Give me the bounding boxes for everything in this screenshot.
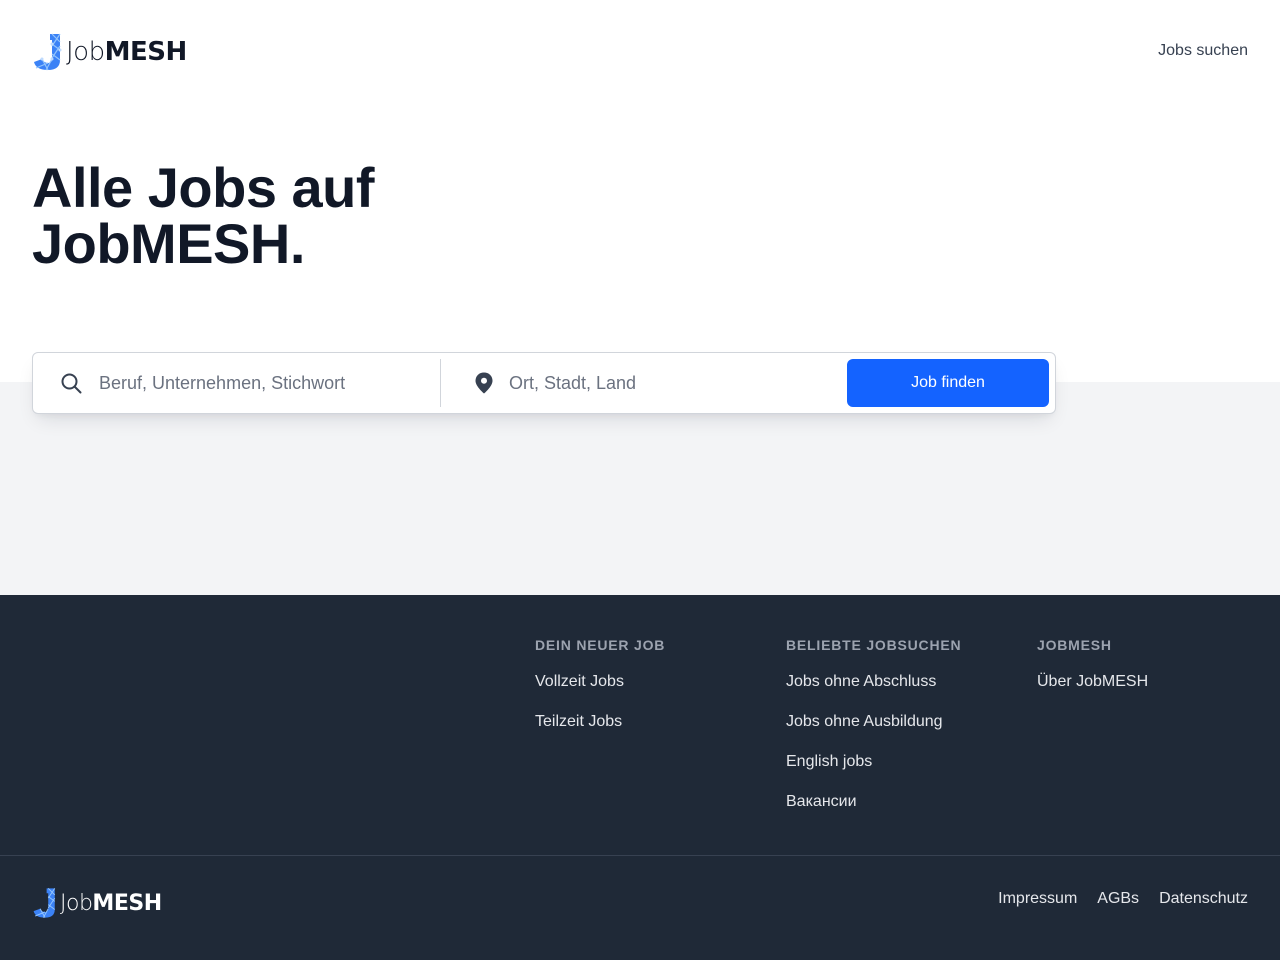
site-header: JobMESH Jobs suchen <box>0 0 1280 104</box>
footer-link-english-jobs[interactable]: English jobs <box>786 753 872 770</box>
datenschutz-link[interactable]: Datenschutz <box>1159 890 1248 908</box>
footer-link-ohne-ausbildung[interactable]: Jobs ohne Ausbildung <box>786 713 943 730</box>
search-icon <box>61 373 82 394</box>
jobmesh-logo-icon <box>34 33 62 71</box>
list-item: Вакансии <box>786 793 961 811</box>
list-item: Über JobMESH <box>1037 673 1148 691</box>
legal-links: Impressum AGBs Datenschutz <box>998 890 1248 908</box>
footer-link-list: Vollzeit Jobs Teilzeit Jobs <box>535 673 665 731</box>
impressum-link[interactable]: Impressum <box>998 890 1077 908</box>
agbs-link[interactable]: AGBs <box>1097 890 1139 908</box>
footer-link-ohne-abschluss[interactable]: Jobs ohne Abschluss <box>786 673 936 690</box>
where-field <box>440 359 847 407</box>
list-item: Teilzeit Jobs <box>535 713 665 731</box>
footer-divider <box>0 855 1280 856</box>
job-search-form: Job finden <box>32 352 1056 414</box>
footer-link-list: Über JobMESH <box>1037 673 1148 691</box>
footer-heading: BELIEBTE JOBSUCHEN <box>786 637 962 653</box>
where-input[interactable] <box>509 372 829 394</box>
footer-brand-logo[interactable]: JobMESH <box>32 886 162 920</box>
brand-wordmark: JobMESH <box>66 37 187 67</box>
list-item: Vollzeit Jobs <box>535 673 665 691</box>
site-footer: DEIN NEUER JOB Vollzeit Jobs Teilzeit Jo… <box>0 595 1280 960</box>
job-finden-button[interactable]: Job finden <box>847 359 1049 407</box>
hero-title: Alle Jobs auf JobMESH. <box>32 160 552 272</box>
footer-link-vollzeit[interactable]: Vollzeit Jobs <box>535 673 624 690</box>
nav-jobs-suchen-link[interactable]: Jobs suchen <box>1158 42 1248 60</box>
footer-column-beliebte-jobsuchen: BELIEBTE JOBSUCHEN Jobs ohne Abschluss J… <box>786 637 961 833</box>
hero-title-line2: JobMESH. <box>32 212 305 275</box>
footer-heading: JOBMESH <box>1037 637 1112 653</box>
footer-link-list: Jobs ohne Abschluss Jobs ohne Ausbildung… <box>786 673 961 811</box>
footer-brand-wordmark: JobMESH <box>60 890 162 916</box>
footer-column-jobmesh: JOBMESH Über JobMESH <box>1037 637 1148 713</box>
list-item: Jobs ohne Ausbildung <box>786 713 961 731</box>
footer-link-ueber-jobmesh[interactable]: Über JobMESH <box>1037 673 1148 690</box>
list-item: Jobs ohne Abschluss <box>786 673 961 691</box>
hero-title-line1: Alle Jobs auf <box>32 156 375 219</box>
footer-heading: DEIN NEUER JOB <box>535 637 666 653</box>
map-pin-icon <box>475 372 493 394</box>
jobmesh-logo-icon <box>33 888 56 918</box>
footer-link-vakansii[interactable]: Вакансии <box>786 793 857 810</box>
list-item: English jobs <box>786 753 961 771</box>
what-field <box>33 353 440 413</box>
what-input[interactable] <box>99 372 419 394</box>
footer-link-teilzeit[interactable]: Teilzeit Jobs <box>535 713 622 730</box>
brand-logo[interactable]: JobMESH <box>32 32 187 72</box>
footer-column-neuer-job: DEIN NEUER JOB Vollzeit Jobs Teilzeit Jo… <box>535 637 665 753</box>
